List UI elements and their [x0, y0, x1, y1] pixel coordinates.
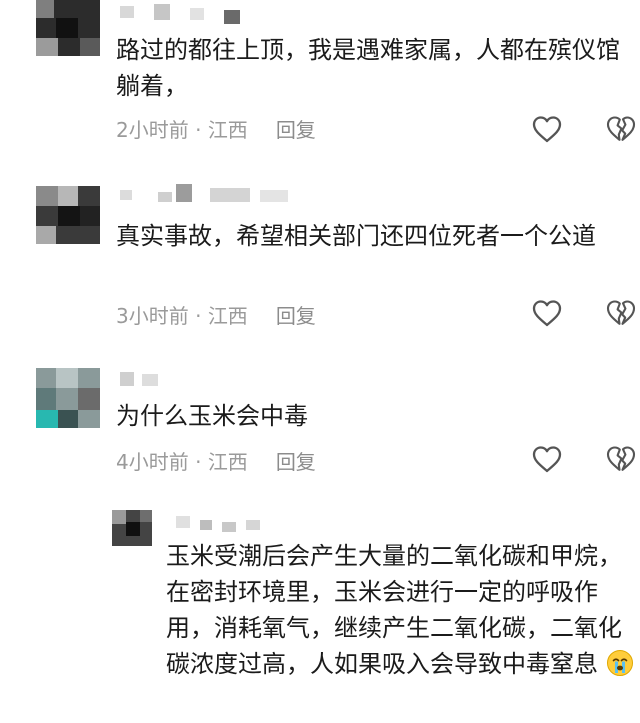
nested-reply-item: 玉米受潮后会产生大量的二氧化碳和甲烷，在密封环境里，玉米会进行一定的呼吸作用，消…: [0, 506, 640, 723]
broken-heart-icon[interactable]: [604, 442, 638, 476]
meta-separator: ·: [188, 118, 208, 142]
comment-location: 江西: [207, 118, 248, 142]
comment-location: 江西: [207, 304, 248, 328]
heart-outline-icon[interactable]: [530, 442, 564, 476]
reply-body: 玉米受潮后会产生大量的二氧化碳和甲烷，在密封环境里，玉米会进行一定的呼吸作用，消…: [166, 542, 622, 678]
crying-face-icon: [606, 650, 633, 676]
avatar[interactable]: [36, 0, 100, 64]
meta-separator: ·: [188, 450, 208, 474]
reply-button[interactable]: 回复: [276, 304, 316, 328]
comment-text: 路过的都往上顶，我是遇难家属，人都在殡仪馆躺着，: [116, 36, 620, 100]
reply-text: 玉米受潮后会产生大量的二氧化碳和甲烷，在密封环境里，玉米会进行一定的呼吸作用，消…: [166, 538, 638, 682]
broken-heart-icon[interactable]: [604, 112, 638, 146]
heart-outline-icon[interactable]: [530, 296, 564, 330]
comment-meta: 4小时前 · 江西 回复: [116, 446, 316, 475]
broken-heart-icon[interactable]: [604, 296, 638, 330]
comment-item: 真实事故，希望相关部门还四位死者一个公道 3小时前 · 江西 回复: [0, 180, 640, 340]
heart-outline-icon[interactable]: [530, 112, 564, 146]
username-pixelated[interactable]: [120, 184, 290, 202]
username-pixelated[interactable]: [120, 4, 250, 24]
comment-text: 为什么玉米会中毒: [116, 402, 308, 430]
avatar[interactable]: [36, 368, 100, 432]
comment-item: 为什么玉米会中毒 4小时前 · 江西 回复: [0, 360, 640, 490]
username-pixelated[interactable]: [176, 514, 276, 532]
comment-meta: 2小时前 · 江西 回复: [116, 114, 316, 143]
comment-time: 4小时前: [116, 450, 189, 474]
avatar[interactable]: [36, 186, 100, 250]
meta-separator: ·: [188, 304, 208, 328]
comment-location: 江西: [207, 450, 248, 474]
comment-time: 2小时前: [116, 118, 189, 142]
comment-meta: 3小时前 · 江西 回复: [116, 300, 316, 329]
reply-button[interactable]: 回复: [276, 450, 316, 474]
avatar[interactable]: [112, 510, 152, 550]
comment-time: 3小时前: [116, 304, 189, 328]
comment-text: 真实事故，希望相关部门还四位死者一个公道: [116, 222, 596, 250]
reply-button[interactable]: 回复: [276, 118, 316, 142]
username-pixelated[interactable]: [120, 370, 180, 388]
comment-item: 路过的都往上顶，我是遇难家属，人都在殡仪馆躺着， 2小时前 · 江西 回复: [0, 0, 640, 170]
